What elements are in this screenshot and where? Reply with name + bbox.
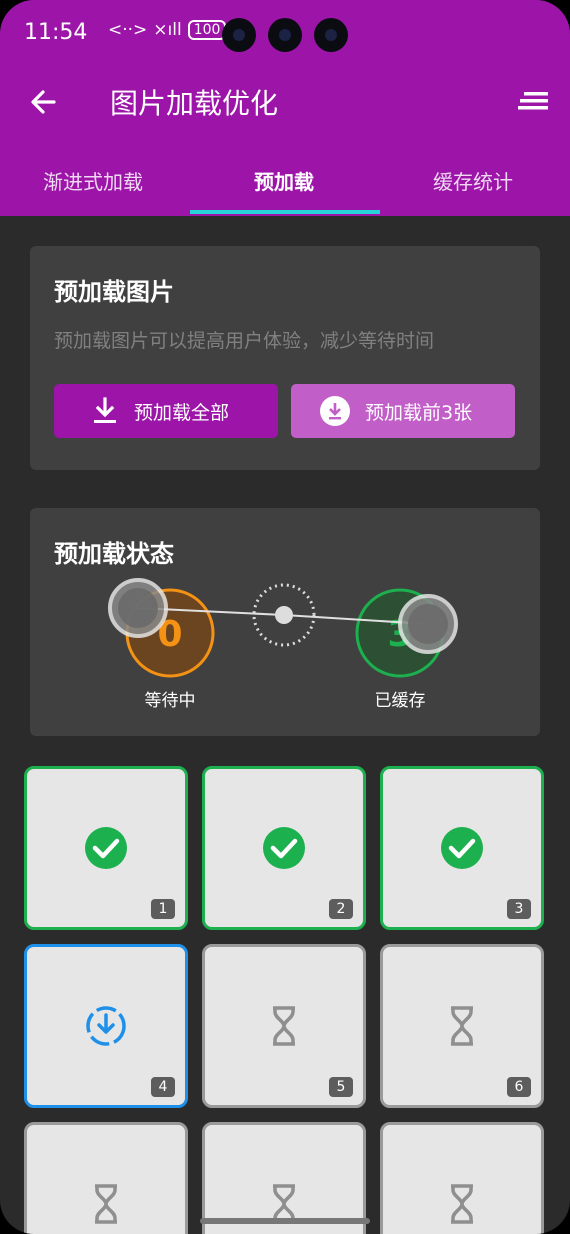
back-arrow-icon[interactable] xyxy=(26,84,62,120)
center-dot xyxy=(275,606,293,624)
image-number-badge: 5 xyxy=(329,1077,353,1097)
home-indicator xyxy=(200,1218,370,1224)
camera-cutout xyxy=(268,18,302,52)
camera-cutout xyxy=(222,18,256,52)
camera-cutout xyxy=(314,18,348,52)
network-icon: <··> xyxy=(108,20,148,40)
page-title: 图片加载优化 xyxy=(110,87,279,120)
image-number-badge: 1 xyxy=(151,899,175,919)
preload-card-title: 预加载图片 xyxy=(54,278,174,306)
status-time: 11:54 xyxy=(24,20,88,45)
tab-cache-stats[interactable]: 缓存统计 xyxy=(433,166,513,195)
waiting-label: 等待中 xyxy=(145,691,196,711)
preload-first3-button[interactable]: 预加载前3张 xyxy=(291,384,515,438)
download-icon xyxy=(94,397,116,423)
cached-label: 已缓存 xyxy=(375,691,426,711)
image-grid-cell[interactable]: 6 xyxy=(380,944,544,1108)
check-circle-icon xyxy=(441,827,483,869)
status-diagram: 0 3 等待中 已缓存 xyxy=(108,578,458,711)
tab-progressive[interactable]: 渐进式加载 xyxy=(43,166,143,195)
battery-icon: 100 xyxy=(187,20,227,40)
preload-all-label: 预加载全部 xyxy=(134,401,230,424)
image-grid-cell[interactable] xyxy=(380,1122,544,1234)
image-number-badge: 6 xyxy=(507,1077,531,1097)
image-grid-cell[interactable]: 3 xyxy=(380,766,544,930)
toolbar: 图片加载优化 xyxy=(0,74,570,130)
app-bar: 11:54 <··> ×ıll 100 图片加载优化 渐进式加载 预加载 缓存统… xyxy=(0,0,570,216)
tab-preload[interactable]: 预加载 xyxy=(254,166,314,195)
hourglass-icon xyxy=(95,1184,117,1224)
preload-card: 预加载图片 预加载图片可以提高用户体验，减少等待时间 预加载全部 预加载前3张 xyxy=(30,246,540,470)
status-icons: <··> ×ıll 100 xyxy=(108,20,227,40)
downloading-icon xyxy=(86,1006,126,1046)
hourglass-icon xyxy=(451,1006,473,1046)
check-circle-icon xyxy=(85,827,127,869)
sort-menu-icon[interactable] xyxy=(516,88,550,118)
app-screen: 11:54 <··> ×ıll 100 图片加载优化 渐进式加载 预加载 缓存统… xyxy=(0,0,570,1234)
tab-indicator xyxy=(190,210,380,214)
image-number-badge: 3 xyxy=(507,899,531,919)
tab-bar: 渐进式加载 预加载 缓存统计 xyxy=(0,148,570,216)
image-grid-cell[interactable] xyxy=(24,1122,188,1234)
preload-all-button[interactable]: 预加载全部 xyxy=(54,384,278,438)
check-circle-icon xyxy=(263,827,305,869)
hourglass-icon xyxy=(273,1006,295,1046)
signal-icon: ×ıll xyxy=(153,20,182,40)
preload-first3-label: 预加载前3张 xyxy=(365,401,473,424)
image-number-badge: 4 xyxy=(151,1077,175,1097)
image-grid-cell[interactable]: 1 xyxy=(24,766,188,930)
image-number-badge: 2 xyxy=(329,899,353,919)
preload-description: 预加载图片可以提高用户体验，减少等待时间 xyxy=(54,330,435,352)
image-grid-cell[interactable]: 4 xyxy=(24,944,188,1108)
preload-status-card: 预加载状态 0 3 等待中 已缓存 xyxy=(30,508,540,736)
image-grid-cell[interactable]: 5 xyxy=(202,944,366,1108)
hourglass-icon xyxy=(451,1184,473,1224)
status-bar: 11:54 <··> ×ıll 100 xyxy=(0,0,570,70)
download-circle-icon xyxy=(320,396,350,426)
image-grid-cell[interactable]: 2 xyxy=(202,766,366,930)
